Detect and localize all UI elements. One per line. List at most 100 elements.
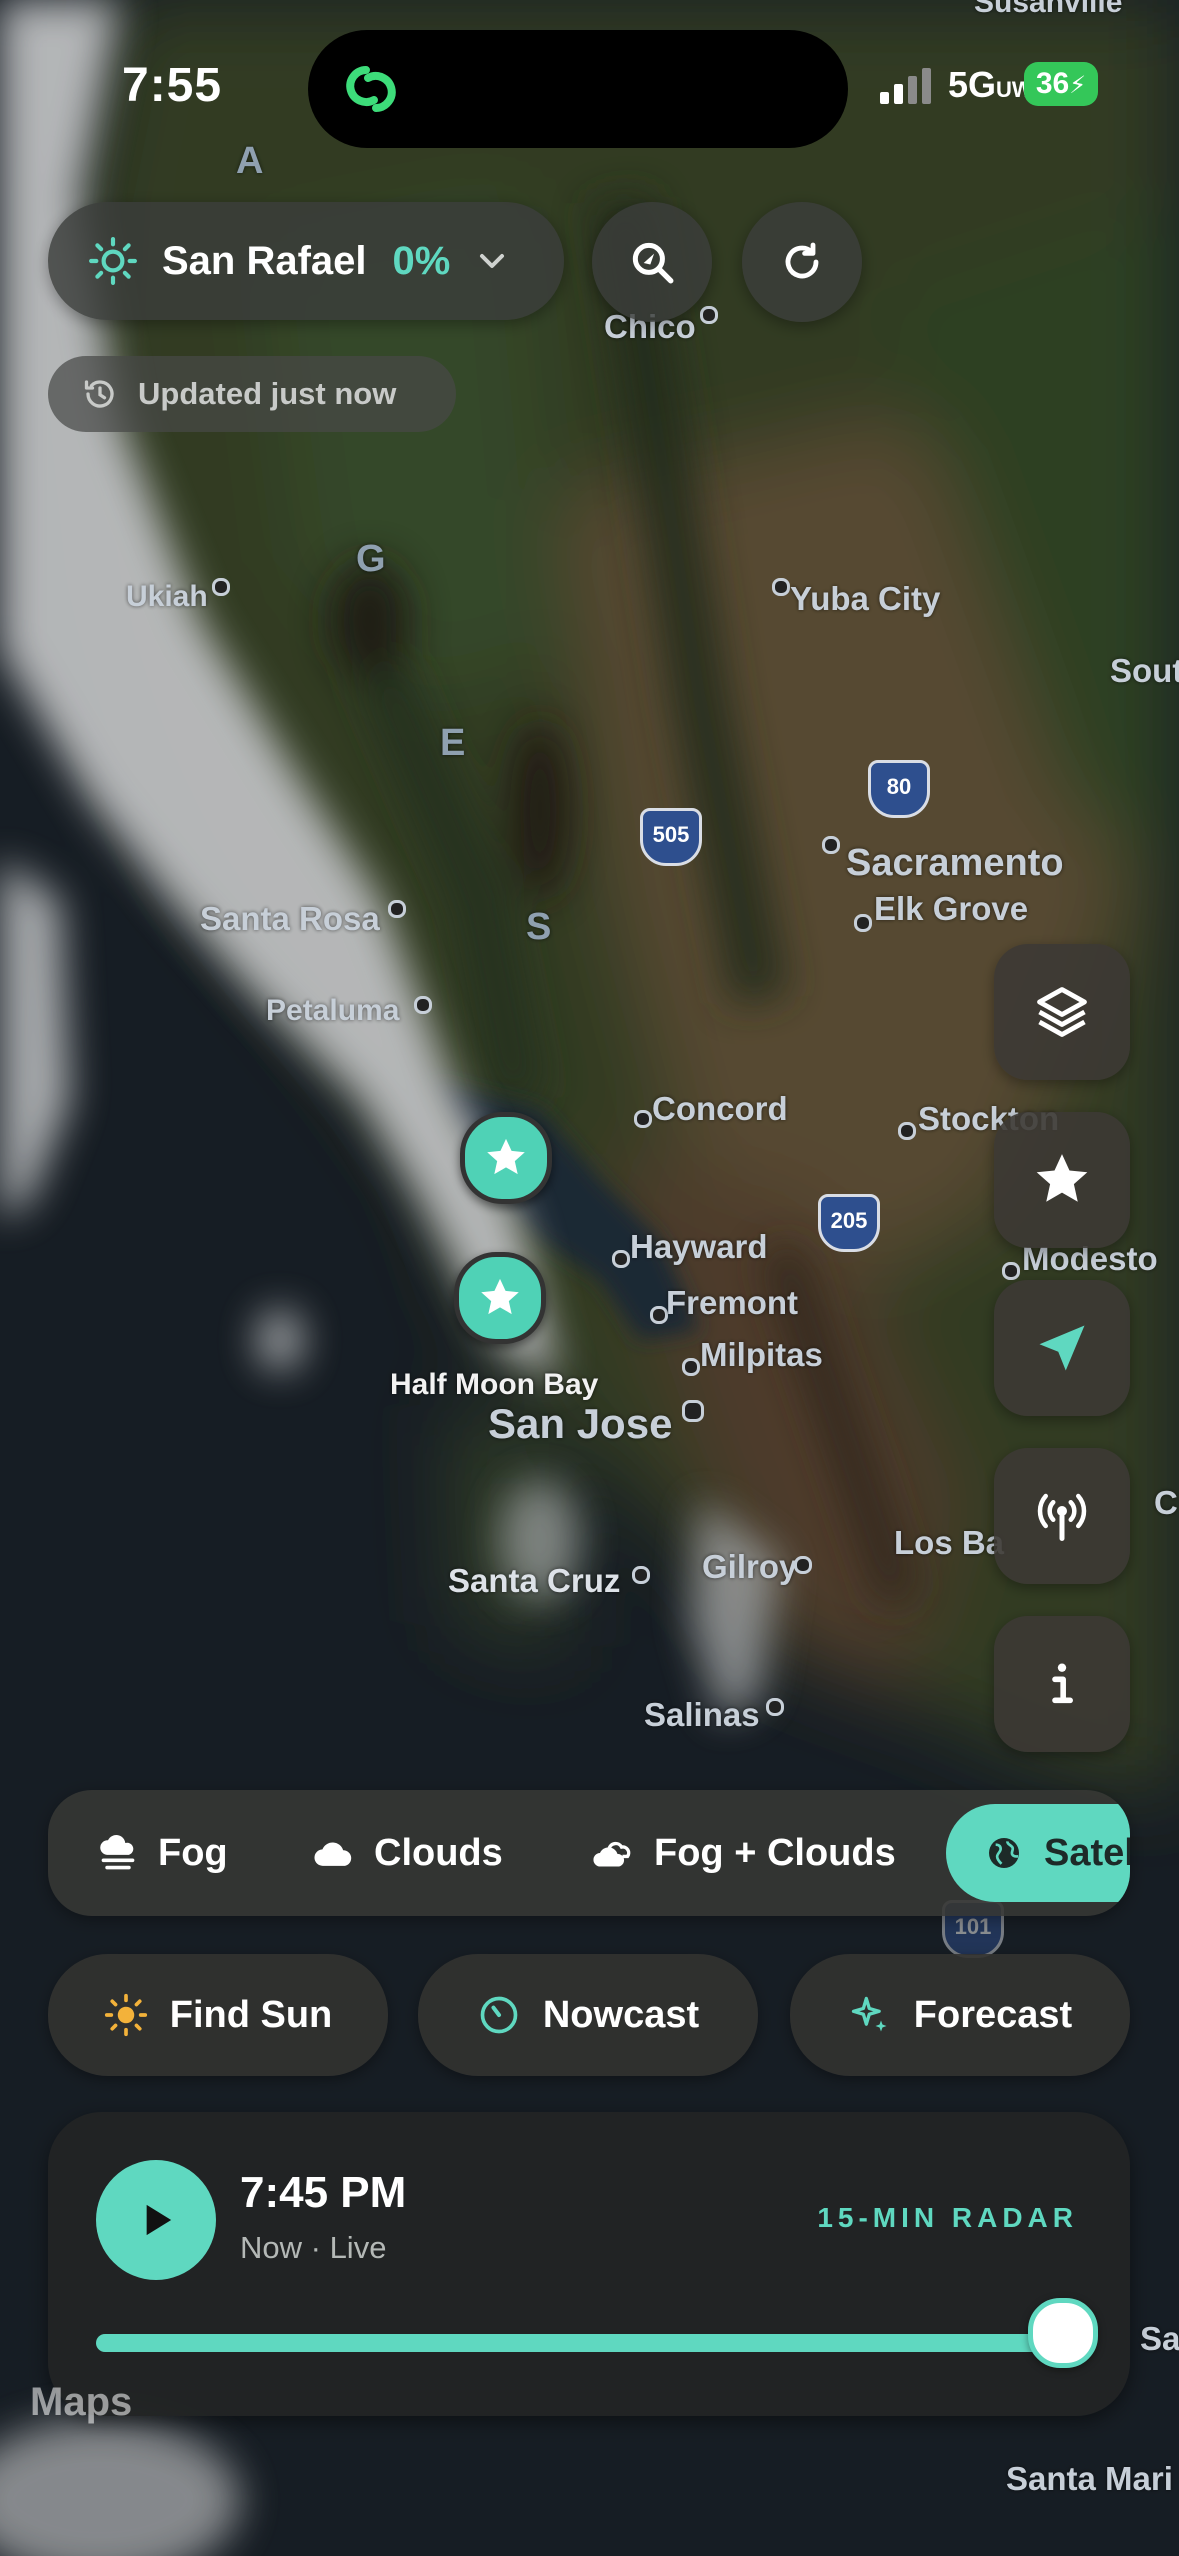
chip-label: Satel bbox=[1044, 1831, 1130, 1874]
map-label-c-edge: C bbox=[1154, 1484, 1178, 1521]
city-dot bbox=[822, 836, 840, 854]
highway-shield: 205 bbox=[818, 1194, 880, 1252]
timeline-track[interactable] bbox=[96, 2334, 1058, 2352]
location-arrow-icon bbox=[1039, 1325, 1085, 1371]
layer-chip-bar[interactable]: Fog Clouds Fog + Clouds Satel bbox=[48, 1790, 1130, 1916]
forecast-button[interactable]: Forecast bbox=[790, 1954, 1130, 2076]
chip-label: Fog bbox=[158, 1831, 228, 1874]
map-label-los-banos: Los Ba bbox=[894, 1524, 1005, 1561]
range-letter: A bbox=[236, 140, 264, 182]
city-dot bbox=[388, 900, 406, 918]
nowcast-button[interactable]: Nowcast bbox=[418, 1954, 758, 2076]
favorite-pin[interactable] bbox=[454, 1252, 546, 1344]
gauge-icon bbox=[480, 1996, 518, 2034]
map-label-milpitas: Milpitas bbox=[700, 1336, 823, 1373]
sun-icon bbox=[89, 237, 137, 285]
updated-status: Updated just now bbox=[48, 356, 456, 432]
map-label-santa-rosa: Santa Rosa bbox=[200, 900, 380, 937]
map-label-gilroy: Gilroy bbox=[702, 1548, 798, 1585]
city-dot bbox=[854, 914, 872, 932]
map-label-salinas: Salinas bbox=[644, 1696, 760, 1733]
tool-label: Find Sun bbox=[169, 1993, 333, 2036]
map-label-sacramento: Sacramento bbox=[846, 842, 1064, 884]
range-letter: G bbox=[356, 538, 386, 580]
radar-mode-label: 15-MIN RADAR bbox=[817, 2202, 1078, 2233]
info-button[interactable] bbox=[994, 1616, 1130, 1752]
map-label-santa-maria: Santa Mari bbox=[1006, 2460, 1173, 2497]
history-icon bbox=[84, 380, 114, 408]
range-letter: E bbox=[440, 722, 466, 764]
map-label-elk-grove: Elk Grove bbox=[874, 890, 1029, 927]
sparkle-icon bbox=[851, 1996, 887, 2032]
play-button[interactable] bbox=[96, 2160, 216, 2280]
radar-stations-button[interactable] bbox=[994, 1448, 1130, 1584]
chip-satellite[interactable]: Satel bbox=[946, 1804, 1130, 1902]
city-dot bbox=[700, 306, 718, 324]
play-icon bbox=[146, 2204, 172, 2236]
cloud-icon bbox=[314, 1842, 352, 1866]
map-label-petaluma: Petaluma bbox=[266, 994, 400, 1027]
maps-text: Maps bbox=[30, 2380, 133, 2424]
info-icon bbox=[1052, 1663, 1073, 1704]
map-label-susanville: Susanville bbox=[974, 0, 1123, 19]
city-dot bbox=[212, 578, 230, 596]
favorite-pin[interactable] bbox=[460, 1112, 552, 1204]
location-name: San Rafael bbox=[162, 238, 367, 283]
sun-icon bbox=[104, 1993, 147, 2037]
search-location-button[interactable] bbox=[592, 202, 712, 322]
player-time: 7:45 PM bbox=[240, 2168, 407, 2217]
favorites-button[interactable] bbox=[994, 1112, 1130, 1248]
map-label-sa-edge: Sa bbox=[1140, 2320, 1179, 2357]
chevron-down-icon bbox=[480, 254, 505, 268]
refresh-icon bbox=[785, 242, 819, 279]
chip-fog[interactable]: Fog bbox=[96, 1790, 228, 1916]
map-label-ukiah: Ukiah bbox=[126, 580, 208, 613]
map-label-south: Sout bbox=[1110, 652, 1179, 689]
city-dot bbox=[898, 1122, 916, 1140]
city-dot bbox=[682, 1358, 700, 1376]
map-label-san-jose: San Jose bbox=[488, 1400, 673, 1447]
maps-attribution: Maps bbox=[30, 2380, 132, 2425]
battery-level: 36 bbox=[1035, 67, 1070, 100]
map-label-santa-cruz: Santa Cruz bbox=[448, 1562, 621, 1599]
chip-label: Clouds bbox=[374, 1831, 503, 1874]
timeline-knob[interactable] bbox=[1028, 2298, 1098, 2368]
city-dot bbox=[682, 1400, 704, 1422]
city-dot bbox=[772, 578, 790, 596]
city-dot bbox=[794, 1556, 812, 1574]
map-label-hayward: Hayward bbox=[630, 1228, 768, 1265]
chip-clouds[interactable]: Clouds bbox=[312, 1790, 503, 1916]
globe-icon bbox=[989, 1838, 1019, 1868]
my-location-button[interactable] bbox=[994, 1280, 1130, 1416]
signal-icon bbox=[880, 68, 931, 104]
highway-shield: 80 bbox=[868, 760, 930, 818]
city-dot bbox=[632, 1566, 650, 1584]
star-icon bbox=[1036, 1154, 1088, 1202]
map-label-fremont: Fremont bbox=[666, 1284, 798, 1321]
location-selector[interactable]: San Rafael 0% bbox=[48, 202, 564, 320]
star-icon bbox=[487, 1138, 525, 1175]
find-sun-button[interactable]: Find Sun bbox=[48, 1954, 388, 2076]
city-dot bbox=[612, 1250, 630, 1268]
city-dot bbox=[1002, 1262, 1020, 1280]
refresh-button[interactable] bbox=[742, 202, 862, 322]
map-label-half-moon-bay: Half Moon Bay bbox=[390, 1368, 599, 1401]
city-dot bbox=[766, 1698, 784, 1716]
app-link-icon bbox=[346, 66, 396, 112]
radar-player: 7:45 PM Now · Live 15-MIN RADAR bbox=[48, 2112, 1130, 2416]
city-dot bbox=[634, 1110, 652, 1128]
map-label-concord: Concord bbox=[652, 1090, 788, 1127]
search-location-icon bbox=[632, 242, 674, 284]
battery-indicator: 36⚡ bbox=[1024, 62, 1098, 106]
layers-button[interactable] bbox=[994, 944, 1130, 1080]
chip-fog-clouds[interactable]: Fog + Clouds bbox=[592, 1790, 896, 1916]
chip-label: Fog + Clouds bbox=[654, 1831, 896, 1874]
network-type: 5GUW bbox=[948, 64, 1033, 106]
star-icon bbox=[481, 1278, 519, 1315]
fog-clouds-icon bbox=[593, 1841, 631, 1867]
charging-icon: ⚡ bbox=[1069, 72, 1087, 99]
network-label: 5G bbox=[948, 64, 997, 105]
fog-icon bbox=[100, 1835, 135, 1870]
range-letter: S bbox=[526, 906, 552, 948]
sun-percentage: 0% bbox=[392, 238, 451, 283]
